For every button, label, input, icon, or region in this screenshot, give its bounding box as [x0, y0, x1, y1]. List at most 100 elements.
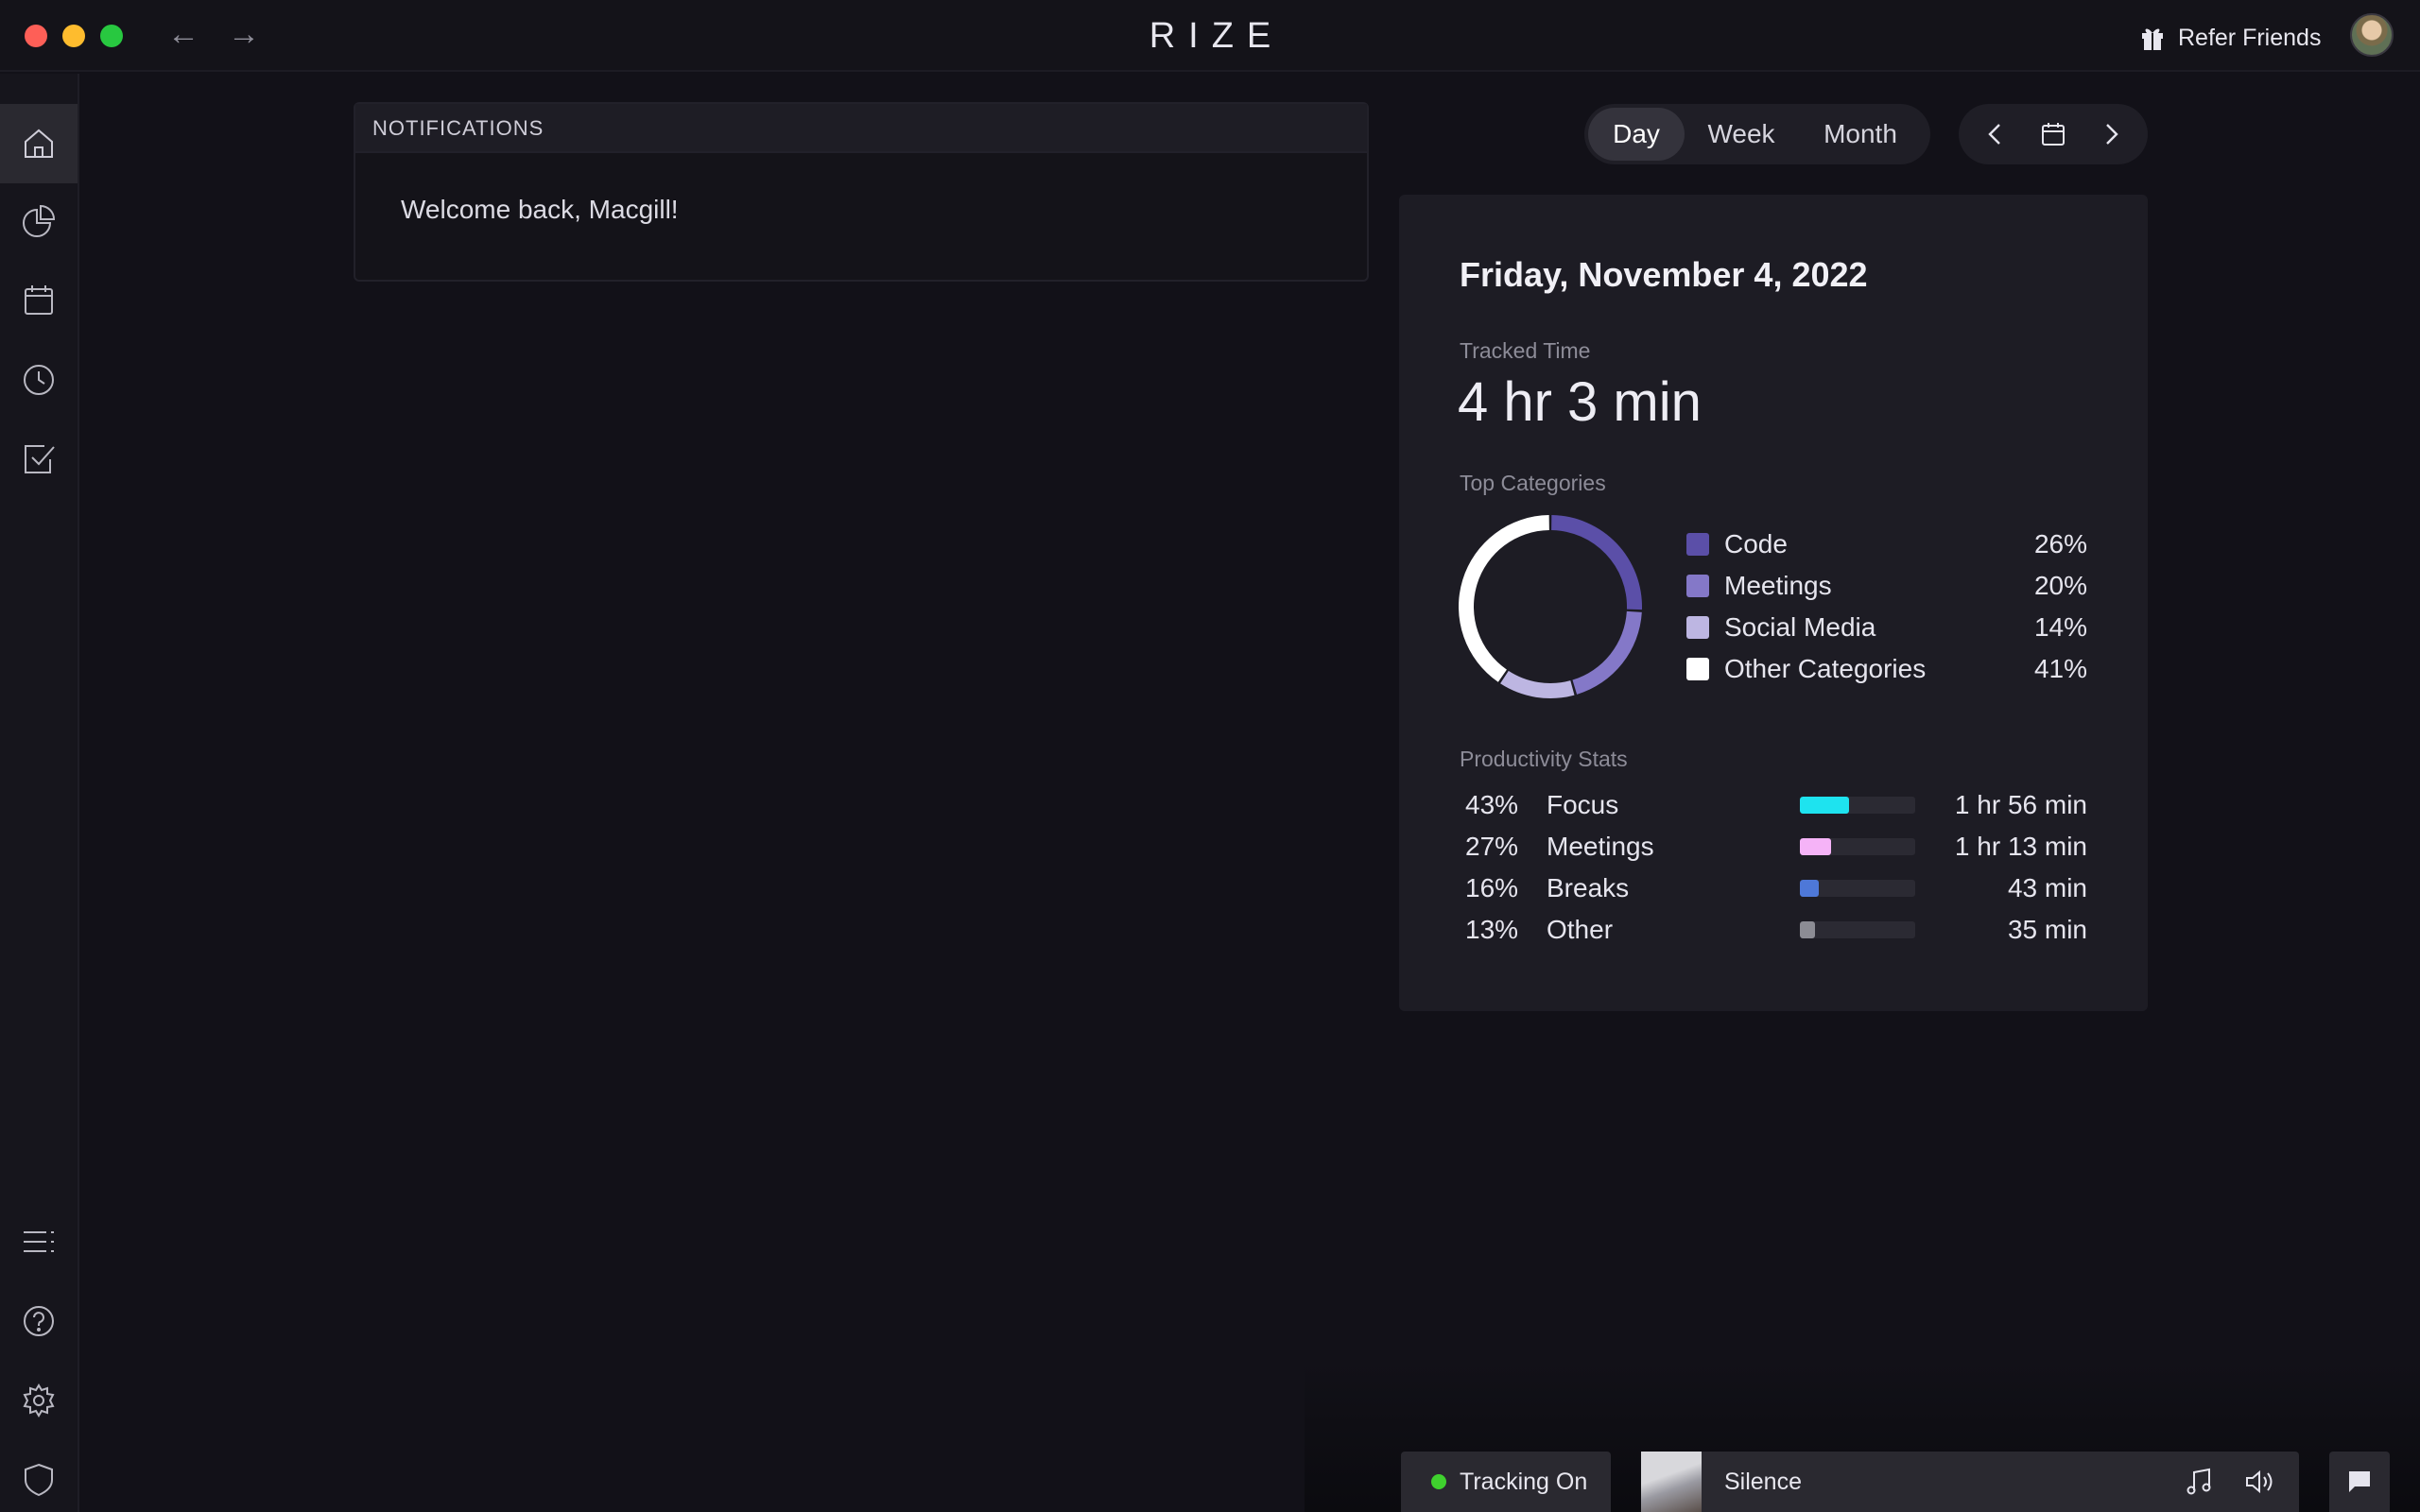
tracking-status-dot [1431, 1474, 1446, 1489]
title-bar: ← → RIZE Refer Friends [0, 0, 2420, 72]
donut-slice-code [1551, 515, 1642, 610]
home-icon [25, 129, 53, 158]
productivity-name: Other [1547, 915, 1614, 944]
sidebar-item-calendar[interactable] [0, 261, 78, 340]
clock-icon [24, 365, 54, 395]
productivity-bar-fill [1800, 921, 1815, 938]
donut-slice-other-categories [1459, 515, 1549, 682]
legend-pct: 41% [2033, 654, 2087, 683]
user-avatar[interactable] [2350, 13, 2394, 57]
categories-donut-chart [1459, 515, 1642, 698]
checkbox-icon [25, 445, 55, 473]
productivity-pct: 13% [1465, 915, 1519, 944]
sidebar-item-privacy[interactable] [0, 1440, 78, 1512]
tracked-time-label: Tracked Time [1460, 338, 1591, 363]
legend-pct: 20% [2033, 571, 2087, 600]
previous-date-button[interactable] [1973, 112, 2018, 157]
period-week-button[interactable]: Week [1685, 108, 1798, 161]
forward-button[interactable]: → [223, 15, 265, 53]
sidebar-item-tasks[interactable] [0, 420, 78, 499]
sidebar [0, 74, 79, 1512]
summary-date: Friday, November 4, 2022 [1460, 255, 1868, 294]
help-icon [24, 1306, 54, 1336]
productivity-duration: 35 min [2007, 915, 2087, 944]
legend-row-social-media: Social Media 14% [1686, 607, 2087, 648]
productivity-row-focus: 43% Focus 1 hr 56 min [1460, 784, 2087, 826]
legend-swatch [1686, 533, 1709, 556]
productivity-bar [1800, 838, 1915, 855]
period-day-button[interactable]: Day [1588, 108, 1685, 161]
window-close-button[interactable] [25, 25, 47, 47]
legend-swatch [1686, 575, 1709, 597]
tracking-toggle[interactable]: Tracking On [1401, 1452, 1611, 1512]
legend-pct: 14% [2033, 612, 2087, 642]
productivity-pct: 43% [1465, 790, 1519, 819]
productivity-duration: 1 hr 56 min [1954, 790, 2087, 819]
music-note-icon[interactable] [2182, 1465, 2216, 1499]
legend-name: Social Media [1724, 612, 1876, 642]
volume-icon[interactable] [2242, 1465, 2276, 1499]
donut-slice-meetings [1572, 610, 1642, 695]
productivity-stats-label: Productivity Stats [1460, 747, 1628, 771]
day-summary-card: Friday, November 4, 2022 Tracked Time 4 … [1399, 195, 2148, 1011]
productivity-bar [1800, 880, 1915, 897]
next-date-button[interactable] [2088, 112, 2134, 157]
sidebar-item-list[interactable] [0, 1202, 78, 1281]
sidebar-item-timeline[interactable] [0, 340, 78, 420]
list-icon [24, 1231, 54, 1252]
album-art [1641, 1452, 1702, 1512]
productivity-name: Focus [1547, 790, 1619, 819]
period-selector: Day Week Month [1584, 104, 1930, 164]
chat-icon [2349, 1471, 2370, 1492]
gift-icon [2142, 28, 2163, 50]
sidebar-item-help[interactable] [0, 1281, 78, 1361]
productivity-pct: 16% [1465, 873, 1519, 902]
productivity-bar [1800, 921, 1915, 938]
app-logo: RIZE [1149, 16, 1285, 56]
productivity-row-breaks: 16% Breaks 43 min [1460, 868, 2087, 909]
notifications-panel: NOTIFICATIONS Welcome back, Macgill! [354, 102, 1369, 282]
notifications-header: NOTIFICATIONS [355, 104, 1367, 153]
legend-row-other-categories: Other Categories 41% [1686, 648, 2087, 690]
categories-legend: Code 26% Meetings 20% Social Media 14% O… [1686, 524, 2087, 690]
tracking-status-label: Tracking On [1460, 1468, 1588, 1495]
sidebar-item-settings[interactable] [0, 1361, 78, 1440]
calendar-icon [25, 285, 53, 315]
legend-row-code: Code 26% [1686, 524, 2087, 565]
sidebar-item-reports[interactable] [0, 181, 78, 261]
chat-button[interactable] [2329, 1452, 2390, 1512]
productivity-pct: 27% [1465, 832, 1519, 861]
legend-swatch [1686, 616, 1709, 639]
back-button[interactable]: ← [163, 15, 204, 53]
calendar-icon [2041, 123, 2065, 146]
date-navigator [1959, 104, 2148, 164]
legend-name: Code [1724, 529, 1788, 558]
sidebar-item-home[interactable] [0, 104, 78, 183]
productivity-name: Breaks [1547, 873, 1630, 902]
productivity-duration: 43 min [2007, 873, 2087, 902]
shield-icon [25, 1463, 53, 1497]
chevron-left-icon [1987, 124, 2000, 145]
notification-message: Welcome back, Macgill! [401, 195, 679, 224]
legend-name: Meetings [1724, 571, 1832, 600]
music-player: Silence [1641, 1452, 2299, 1512]
donut-slice-social-media [1500, 670, 1575, 698]
productivity-bar-fill [1800, 880, 1819, 897]
window-minimize-button[interactable] [62, 25, 85, 47]
legend-pct: 26% [2033, 529, 2087, 558]
gear-icon [23, 1383, 55, 1418]
productivity-bar-fill [1800, 797, 1850, 814]
legend-swatch [1686, 658, 1709, 680]
refer-friends-label: Refer Friends [2178, 24, 2322, 51]
top-categories-label: Top Categories [1460, 471, 1606, 495]
productivity-bar-fill [1800, 838, 1831, 855]
refer-friends-button[interactable]: Refer Friends [2140, 19, 2321, 57]
productivity-name: Meetings [1547, 832, 1654, 861]
productivity-bar [1800, 797, 1915, 814]
date-picker-button[interactable] [2031, 112, 2076, 157]
window-maximize-button[interactable] [100, 25, 123, 47]
productivity-row-other: 13% Other 35 min [1460, 909, 2087, 951]
chevron-right-icon [2106, 124, 2119, 145]
period-month-button[interactable]: Month [1798, 108, 1923, 161]
legend-name: Other Categories [1724, 654, 1927, 683]
